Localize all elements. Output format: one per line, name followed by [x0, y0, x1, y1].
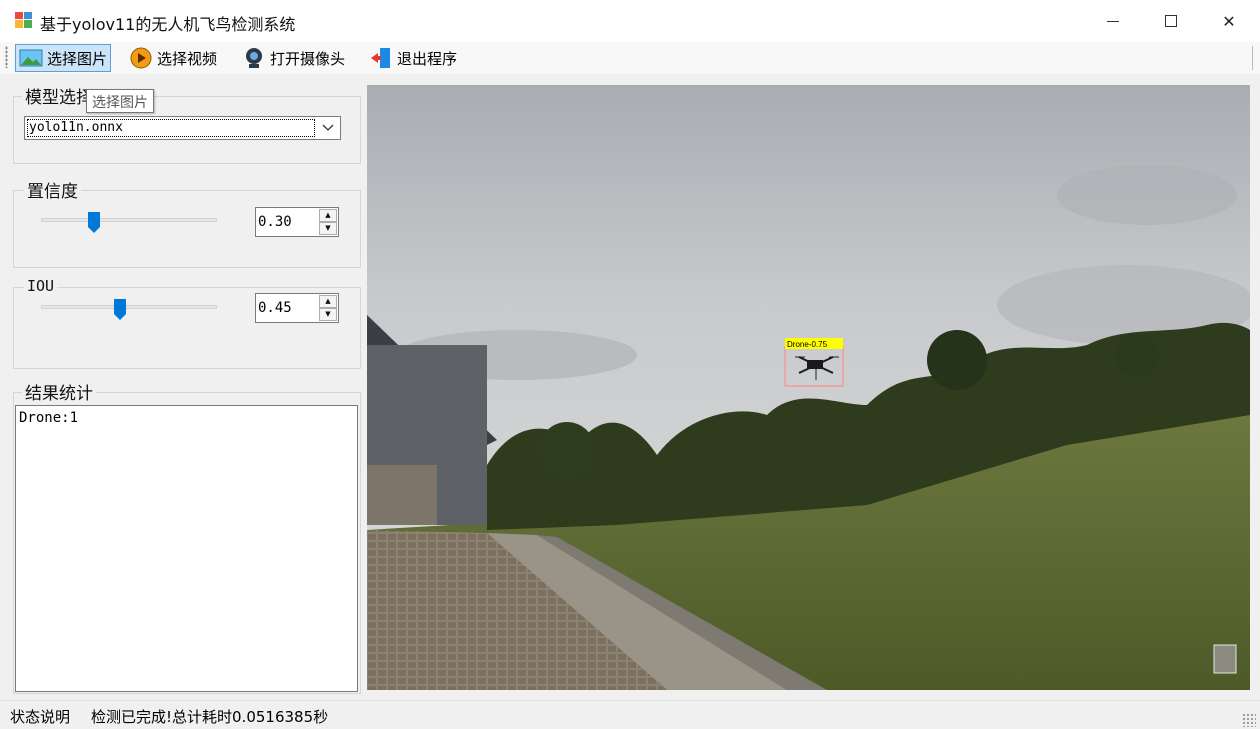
- minimize-button[interactable]: [1084, 0, 1142, 42]
- chevron-down-icon[interactable]: [316, 117, 340, 139]
- iou-up-icon[interactable]: ▲: [319, 295, 337, 308]
- toolbar: 选择图片 选择视频 打开摄像头 退出程序: [0, 42, 1260, 74]
- status-text: 检测已完成!总计耗时0.0516385秒: [91, 708, 329, 726]
- select-image-label: 选择图片: [47, 49, 108, 68]
- model-group-title: 模型选择: [22, 83, 96, 108]
- confidence-value: 0.30: [258, 214, 292, 230]
- tooltip: 选择图片: [86, 89, 154, 113]
- results-textbox[interactable]: Drone:1: [15, 405, 358, 692]
- window-title: 基于yolov11的无人机飞鸟检测系统: [40, 15, 296, 34]
- maximize-button[interactable]: [1142, 0, 1200, 42]
- resize-grip-icon[interactable]: [1242, 713, 1256, 727]
- iou-down-icon[interactable]: ▼: [319, 308, 337, 321]
- webcam-icon: [246, 48, 262, 68]
- results-group-title: 结果统计: [22, 379, 96, 404]
- exit-button[interactable]: 退出程序: [366, 44, 460, 72]
- select-video-button[interactable]: 选择视频: [126, 44, 220, 72]
- iou-slider-track[interactable]: [41, 305, 217, 309]
- iou-spinbox[interactable]: 0.45 ▲ ▼: [255, 293, 339, 323]
- exit-label: 退出程序: [397, 49, 458, 68]
- model-select-value: yolo11n.onnx: [27, 119, 315, 137]
- open-camera-button[interactable]: 打开摄像头: [239, 44, 348, 72]
- confidence-up-icon[interactable]: ▲: [319, 209, 337, 222]
- maximize-icon: [1165, 15, 1177, 27]
- iou-value: 0.45: [258, 300, 292, 316]
- title-bar: 基于yolov11的无人机飞鸟检测系统 ✕: [0, 0, 1260, 42]
- confidence-slider-track[interactable]: [41, 218, 217, 222]
- open-camera-label: 打开摄像头: [270, 49, 346, 68]
- confidence-down-icon[interactable]: ▼: [319, 222, 337, 235]
- select-video-label: 选择视频: [157, 49, 218, 68]
- select-image-button[interactable]: 选择图片: [15, 44, 112, 72]
- detection-image: Drone-0.75: [367, 85, 1250, 690]
- confidence-spinbox[interactable]: 0.30 ▲ ▼: [255, 207, 339, 237]
- model-select[interactable]: yolo11n.onnx: [24, 116, 341, 140]
- detection-label: Drone-0.75: [787, 340, 828, 349]
- results-line: Drone:1: [19, 410, 79, 426]
- confidence-group-title: 置信度: [24, 177, 81, 202]
- play-video-icon: [130, 47, 152, 69]
- confidence-slider-thumb[interactable]: [87, 211, 101, 234]
- app-icon: [15, 12, 32, 28]
- close-icon: ✕: [1222, 11, 1236, 31]
- image-viewer[interactable]: Drone-0.75: [367, 85, 1250, 690]
- toolbar-grip[interactable]: [5, 46, 8, 68]
- iou-slider-thumb[interactable]: [113, 298, 127, 321]
- iou-group-title: IOU: [24, 277, 58, 295]
- minimize-icon: [1107, 20, 1119, 22]
- exit-door-icon: [371, 48, 390, 68]
- status-bar: 状态说明 检测已完成!总计耗时0.0516385秒: [0, 700, 1260, 729]
- thumbnail-icon: [1213, 644, 1237, 674]
- toolbar-separator: [1252, 46, 1253, 70]
- close-button[interactable]: ✕: [1200, 0, 1258, 42]
- picture-icon: [19, 49, 43, 67]
- status-label: 状态说明: [10, 708, 71, 726]
